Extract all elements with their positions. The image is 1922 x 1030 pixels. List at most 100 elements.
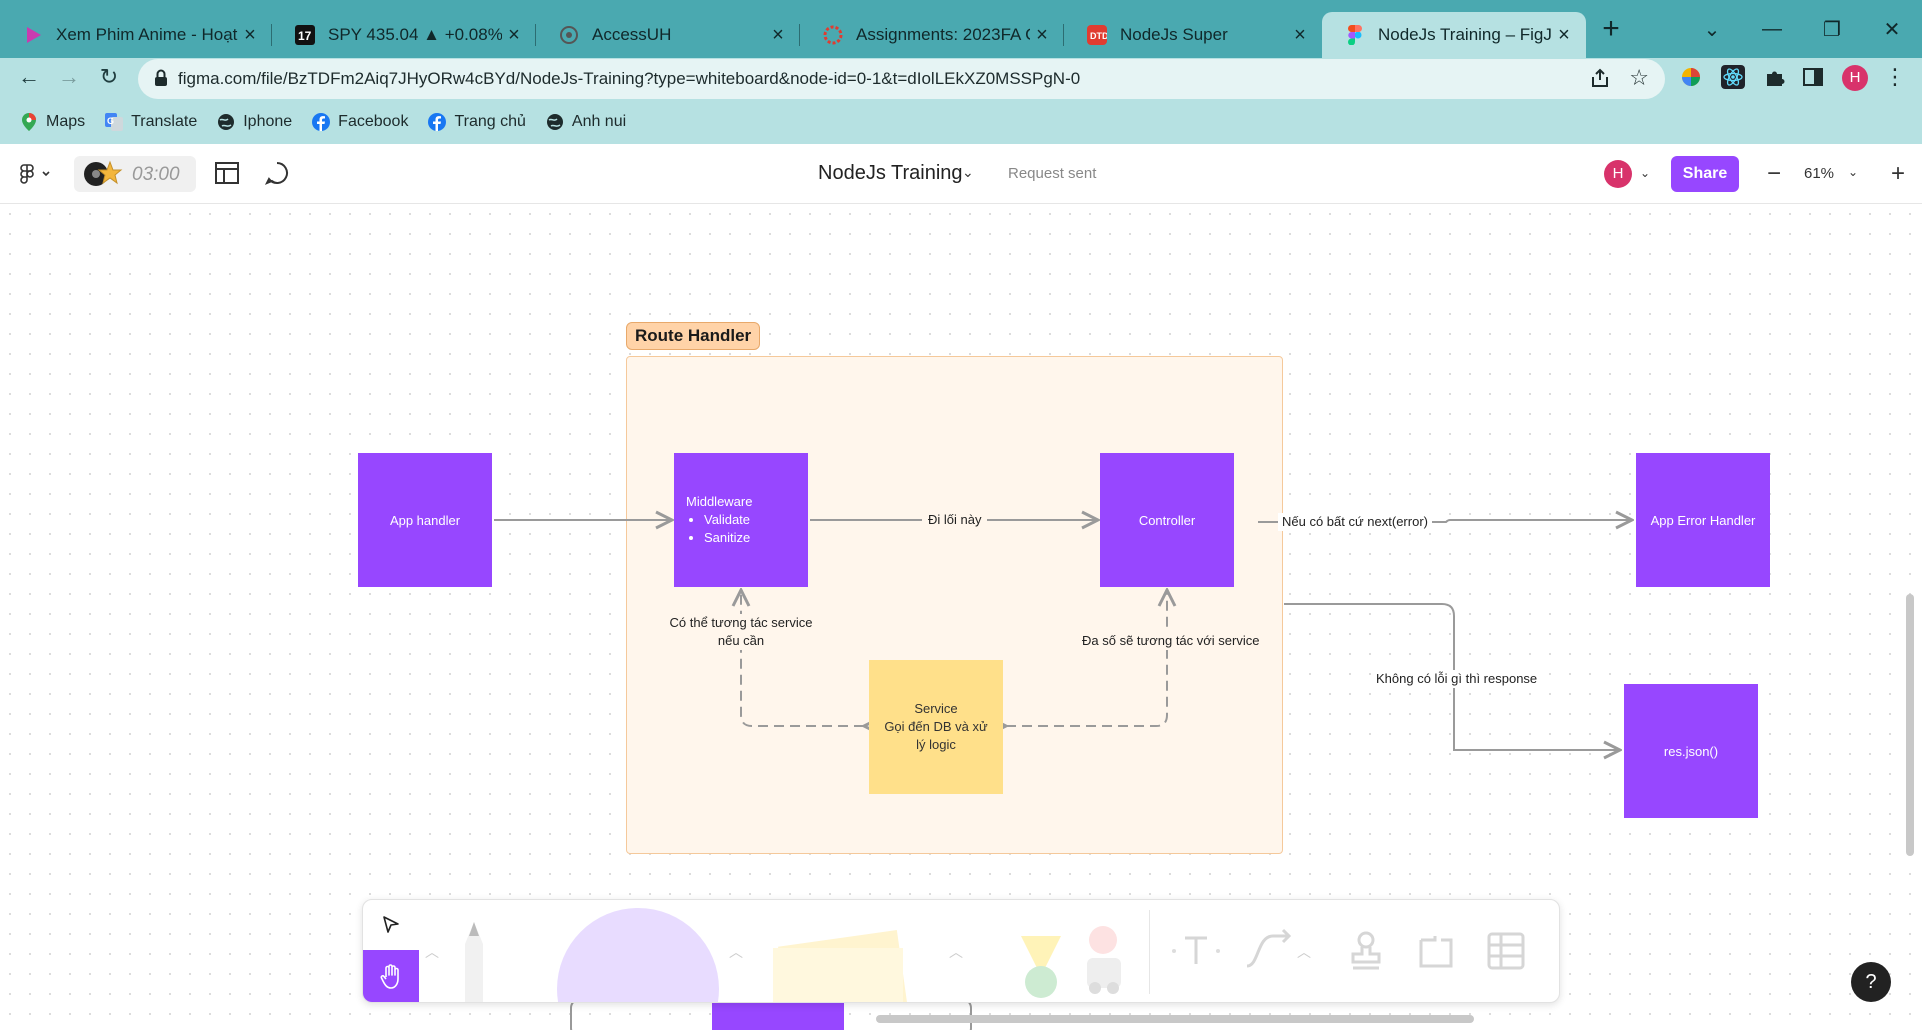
color-wheel-extension-icon[interactable] [1678,64,1704,90]
accessuh-icon [558,24,580,46]
figma-menu-icon[interactable] [16,158,56,190]
zoom-level[interactable]: 61% [1804,165,1834,182]
app-handler-node[interactable]: App handler [358,453,492,587]
tab-anime[interactable]: Xem Phim Anime - Hoạt H × [0,12,272,58]
chevron-up-icon[interactable]: ︿ [729,942,743,962]
creation-toolbar: ︿ ︿ ︿ ︿ [362,899,1560,1003]
edge-label-ctrl-error[interactable]: Nếu có bất cứ next(error) [1278,513,1432,531]
node-label: res.json() [1663,743,1719,759]
comment-icon[interactable] [262,158,292,188]
stamps-stickers-icon[interactable] [1003,918,1133,1002]
timer-text: 03:00 [132,164,180,185]
service-sticky[interactable]: Service Gọi đến DB và xử lý logic [869,660,1003,794]
forward-icon[interactable]: → [54,62,84,92]
chevron-up-icon[interactable]: ︿ [1297,942,1311,962]
table-tool-icon[interactable] [1481,926,1531,976]
close-window-icon[interactable]: ✕ [1862,0,1922,58]
close-icon[interactable]: × [1030,24,1054,47]
chevron-down-icon[interactable]: ⌄ [962,164,974,181]
address-bar[interactable]: figma.com/file/BzTDFm2Aiq7JHyORw4cBYd/No… [138,59,1665,99]
bookmark-maps[interactable]: Maps [20,113,85,131]
tab-accessuh[interactable]: AccessUH × [536,12,800,58]
document-title[interactable]: NodeJs Training [818,162,963,185]
chevron-down-icon[interactable]: ⌄ [1848,165,1858,179]
close-icon[interactable]: × [766,24,790,47]
tab-figjam-active[interactable]: NodeJs Training – FigJam × [1322,12,1586,58]
chevron-up-icon[interactable]: ︿ [425,942,439,962]
globe-icon [546,113,564,131]
close-icon[interactable]: × [1552,24,1576,47]
close-icon[interactable]: × [1288,24,1312,47]
bookmark-translate[interactable]: G Translate [105,113,197,131]
chevron-up-icon[interactable]: ︿ [949,942,963,962]
browser-tab-bar: Xem Phim Anime - Hoạt H × 17 SPY 435.04 … [0,0,1922,58]
share-page-icon[interactable] [1589,67,1613,91]
node-label: App handler [389,512,461,528]
sticky-note-stack-icon[interactable] [763,918,913,1002]
bookmark-iphone[interactable]: Iphone [217,113,292,131]
tab-spy[interactable]: 17 SPY 435.04 ▲ +0.08% Unn × [272,12,536,58]
section-tool-icon[interactable] [1411,926,1461,976]
tab-search-icon[interactable]: ⌄ [1682,0,1742,58]
app-error-handler-node[interactable]: App Error Handler [1636,453,1770,587]
side-panel-icon[interactable] [1800,64,1826,90]
browser-menu-icon[interactable]: ⋮ [1884,64,1906,90]
edge-label-ctrl-service[interactable]: Đa số sẽ tương tác với service [1078,632,1264,650]
edge-label-mid-service[interactable]: Có thể tương tác service nếu cần [666,614,816,650]
reload-icon[interactable]: ↻ [94,62,124,92]
new-tab-button[interactable]: + [1594,12,1628,46]
middleware-node[interactable]: Middleware Validate Sanitize [674,453,808,587]
connector-tool-icon[interactable] [1239,926,1299,976]
help-button[interactable]: ? [1851,962,1891,1002]
horizontal-scrollbar[interactable] [876,1015,1474,1023]
shape-circle-icon[interactable] [557,908,719,1002]
list-item: Sanitize [704,529,752,547]
zoom-in-button[interactable]: + [1880,156,1916,192]
sticky-line: Gọi đến DB và xử [884,719,988,734]
anime-play-icon [22,24,44,46]
react-devtools-icon[interactable] [1720,64,1746,90]
timer-widget[interactable]: 03:00 [74,156,196,192]
request-status: Request sent [1008,165,1097,182]
list-item: Validate [704,511,752,529]
zoom-controls: − 61% ⌄ + [1756,156,1916,192]
node-label: Middleware [686,494,753,509]
bookmark-anh-nui[interactable]: Anh nui [546,113,626,131]
tab-nodejs-super[interactable]: DTD NodeJs Super × [1064,12,1322,58]
tab-assignments[interactable]: Assignments: 2023FA COSC × [800,12,1064,58]
figjam-canvas[interactable]: Route Handler App handler Middleware Val… [0,204,1922,1030]
close-icon[interactable]: × [502,24,526,47]
avatar[interactable]: H [1604,160,1632,188]
move-tool[interactable] [363,900,419,950]
res-json-node[interactable]: res.json() [1624,684,1758,818]
facebook-icon [312,113,331,131]
edge-label-mid-ctrl[interactable]: Đi lối này [922,511,988,529]
zoom-out-button[interactable]: − [1756,156,1792,192]
extensions-puzzle-icon[interactable] [1762,64,1788,90]
url-text[interactable]: figma.com/file/BzTDFm2Aiq7JHyORw4cBYd/No… [178,69,1080,89]
layout-icon[interactable] [212,158,242,188]
minimize-icon[interactable]: — [1742,0,1802,58]
close-icon[interactable]: × [238,24,262,47]
bookmark-label: Trang chủ [454,113,526,130]
chevron-down-icon[interactable]: ⌄ [1640,166,1650,180]
text-tool-icon[interactable] [1171,926,1221,976]
bookmark-star-icon[interactable]: ☆ [1629,65,1649,91]
marker-pen-icon[interactable] [449,914,499,1002]
stamp-tool-icon[interactable] [1341,926,1391,976]
tradingview-icon: 17 [294,24,316,46]
tab-title: Xem Phim Anime - Hoạt H [56,25,238,44]
edge-label-ctrl-res[interactable]: Không có lỗi gì thì response [1372,670,1542,688]
controller-node[interactable]: Controller [1100,453,1234,587]
bookmark-facebook[interactable]: Facebook [312,113,408,131]
back-icon[interactable]: ← [14,62,44,92]
sticky-line: lý logic [916,737,956,752]
share-button[interactable]: Share [1671,156,1739,192]
lock-icon[interactable] [154,69,174,89]
browser-profile-avatar[interactable]: H [1842,65,1868,91]
bookmark-trang-chu[interactable]: Trang chủ [428,113,526,131]
vertical-scrollbar[interactable] [1906,594,1914,856]
restore-icon[interactable]: ❐ [1802,0,1862,58]
hand-tool[interactable] [363,950,419,1002]
arrow-service-to-controller [1006,590,1167,726]
